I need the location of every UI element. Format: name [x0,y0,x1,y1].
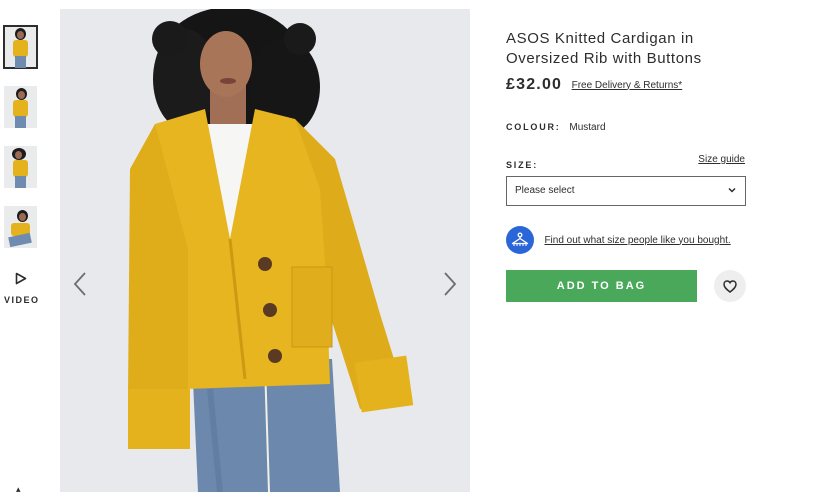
chevron-left-icon [73,272,86,296]
size-label: SIZE: [506,160,539,170]
size-select-value: Please select [515,185,575,196]
product-image [60,9,470,492]
model-photo [60,9,470,492]
colour-row: COLOUR: Mustard [506,122,606,133]
thumbnail-2[interactable] [4,86,37,128]
thumb-jeans [15,56,26,68]
hanger-icon[interactable] [506,226,534,254]
previous-image-button[interactable] [68,267,92,301]
chevron-right-icon [444,272,457,296]
product-price: £32.00 [506,76,563,93]
thumb-jeans [15,116,26,128]
thumb-cardigan [13,40,28,57]
size-row: SIZE: Size guide [506,154,745,173]
thumb-cardigan [13,160,28,177]
chevron-down-icon [728,187,736,193]
colour-value: Mustard [569,122,606,133]
video-button[interactable]: VIDEO [4,272,38,312]
thumb-face [15,151,22,159]
product-title: ASOS Knitted Cardigan in Oversized Rib w… [506,30,702,67]
heart-icon [723,279,737,293]
free-delivery-link[interactable]: Free Delivery & Returns* [572,80,683,91]
thumb-face [18,91,25,99]
colour-label: COLOUR: [506,122,561,132]
fit-assistant-row: Find out what size people like you bough… [506,226,731,254]
play-icon [15,272,27,285]
price-row: £32.00 Free Delivery & Returns* [506,76,682,94]
thumbnail-4[interactable] [4,206,37,248]
thumb-jeans [15,176,26,188]
fit-assistant-link[interactable]: Find out what size people like you bough… [544,235,730,246]
scroll-up-icon[interactable]: ▴ [16,484,21,492]
size-guide-link[interactable]: Size guide [698,154,745,165]
save-for-later-button[interactable] [714,270,746,302]
video-label: VIDEO [4,295,40,305]
size-select[interactable]: Please select [506,176,746,206]
thumb-cardigan [13,100,28,117]
thumbnail-3[interactable] [4,146,37,188]
thumbnail-strip: VIDEO ▴ [0,0,42,492]
add-to-bag-button[interactable]: ADD TO BAG [506,270,697,302]
thumb-face [17,31,24,39]
next-image-button[interactable] [438,267,462,301]
thumb-face [19,213,26,221]
thumbnail-1[interactable] [3,25,38,69]
